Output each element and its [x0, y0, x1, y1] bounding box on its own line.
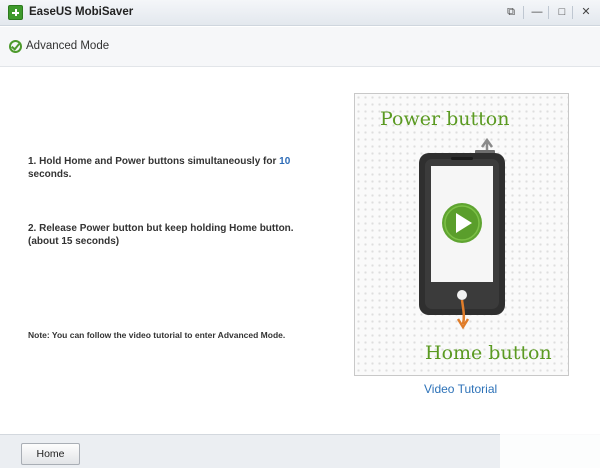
- maximize-icon[interactable]: □: [553, 4, 571, 21]
- app-logo-icon: [8, 5, 23, 20]
- window-title: EaseUS MobiSaver: [29, 6, 134, 18]
- title-bar: EaseUS MobiSaver ⧉ — □ ✕: [0, 0, 600, 26]
- power-button-label: Power button: [380, 108, 510, 130]
- tutorial-note: Note: You can follow the video tutorial …: [28, 330, 286, 340]
- home-button[interactable]: Home: [21, 443, 80, 465]
- step-1-seconds: 10: [279, 156, 291, 167]
- phone-illustration: [419, 137, 505, 330]
- titlebar-separator: [548, 6, 549, 19]
- video-tutorial-card[interactable]: Power button Home button: [354, 93, 569, 376]
- titlebar-separator: [523, 6, 524, 19]
- home-button-label: Home button: [425, 342, 552, 364]
- step-1-instruction: 1. Hold Home and Power buttons simultane…: [28, 155, 318, 181]
- phone-home-key: [457, 290, 467, 300]
- play-icon[interactable]: [442, 203, 482, 243]
- step-1-suffix: seconds.: [28, 169, 72, 180]
- corner-overlay: [500, 425, 600, 468]
- mode-title: Advanced Mode: [26, 40, 110, 52]
- step-1-text: 1. Hold Home and Power buttons simultane…: [28, 156, 280, 167]
- close-icon[interactable]: ✕: [577, 4, 595, 21]
- minimize-icon[interactable]: —: [528, 4, 546, 21]
- feedback-icon[interactable]: ⧉: [502, 4, 520, 21]
- mode-bar: Advanced Mode: [0, 27, 600, 67]
- titlebar-separator: [572, 6, 573, 19]
- video-tutorial-link[interactable]: Video Tutorial: [424, 382, 497, 396]
- step-2-instruction: 2. Release Power button but keep holding…: [28, 223, 294, 247]
- check-circle-icon: [9, 40, 22, 53]
